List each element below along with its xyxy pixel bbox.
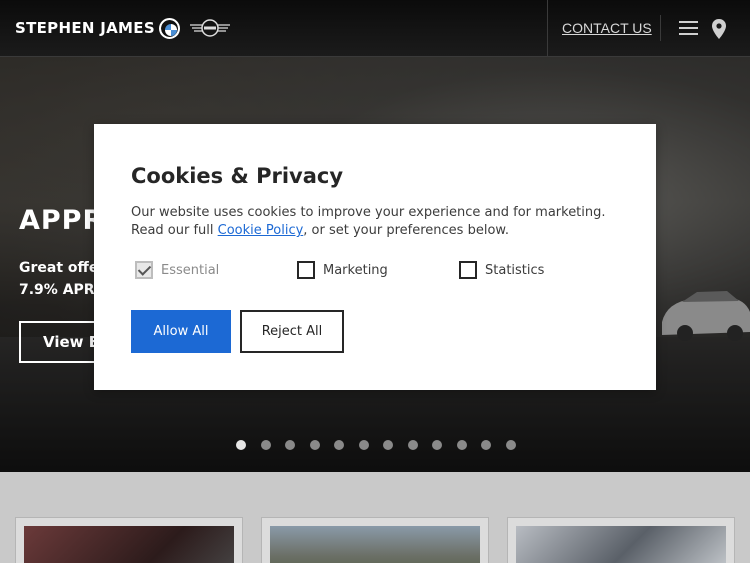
offer-cards-row bbox=[0, 472, 750, 563]
marketing-checkbox[interactable] bbox=[297, 261, 315, 279]
cookie-text-outro: , or set your preferences below. bbox=[303, 223, 509, 238]
cookie-consent-dialog: Cookies & Privacy Our website uses cooki… bbox=[94, 124, 656, 390]
offer-card-image bbox=[516, 526, 726, 563]
carousel-dot[interactable] bbox=[309, 440, 320, 450]
essential-checkbox bbox=[135, 261, 153, 279]
carousel-dot[interactable] bbox=[358, 440, 369, 450]
menu-icon[interactable] bbox=[679, 21, 699, 37]
carousel-dot[interactable] bbox=[456, 440, 467, 450]
carousel-dot[interactable] bbox=[285, 440, 295, 450]
site-header: STEPHEN JAMES CONTACT US bbox=[0, 0, 750, 57]
carousel-dot[interactable] bbox=[260, 440, 271, 450]
header-divider bbox=[547, 0, 548, 57]
mini-logo-icon[interactable] bbox=[188, 18, 232, 38]
essential-option: Essential bbox=[135, 261, 219, 279]
offer-card-image bbox=[270, 526, 480, 563]
offer-card[interactable] bbox=[507, 517, 735, 563]
carousel-dots bbox=[236, 440, 516, 450]
offer-card-image bbox=[24, 526, 234, 563]
statistics-label[interactable]: Statistics bbox=[485, 263, 544, 278]
reject-all-button[interactable]: Reject All bbox=[240, 310, 344, 353]
cookie-policy-link[interactable]: Cookie Policy bbox=[218, 223, 304, 238]
marketing-label[interactable]: Marketing bbox=[323, 263, 388, 278]
bmw-logo-icon[interactable] bbox=[159, 18, 180, 39]
location-pin-icon[interactable] bbox=[711, 19, 727, 39]
carousel-dot[interactable] bbox=[432, 440, 442, 450]
carousel-dot[interactable] bbox=[383, 440, 393, 450]
allow-all-button[interactable]: Allow All bbox=[131, 310, 231, 353]
statistics-option[interactable]: Statistics bbox=[459, 261, 544, 279]
offer-card[interactable] bbox=[261, 517, 489, 563]
statistics-checkbox[interactable] bbox=[459, 261, 477, 279]
carousel-dot[interactable] bbox=[505, 440, 516, 450]
hero-car-image bbox=[662, 291, 750, 341]
essential-label: Essential bbox=[161, 262, 220, 278]
nav-divider bbox=[660, 15, 661, 41]
cookie-dialog-text: Our website uses cookies to improve your… bbox=[131, 204, 631, 240]
contact-us-link[interactable]: CONTACT US bbox=[562, 20, 652, 36]
hero-title: APPR bbox=[19, 205, 105, 236]
carousel-dot[interactable] bbox=[334, 440, 344, 450]
carousel-dot[interactable] bbox=[407, 440, 418, 450]
brand-name[interactable]: STEPHEN JAMES bbox=[15, 19, 155, 37]
cookie-dialog-title: Cookies & Privacy bbox=[131, 164, 344, 188]
offer-card[interactable] bbox=[15, 517, 243, 563]
marketing-option[interactable]: Marketing bbox=[297, 261, 388, 279]
carousel-dot[interactable] bbox=[481, 440, 491, 450]
carousel-dot[interactable] bbox=[236, 440, 246, 450]
